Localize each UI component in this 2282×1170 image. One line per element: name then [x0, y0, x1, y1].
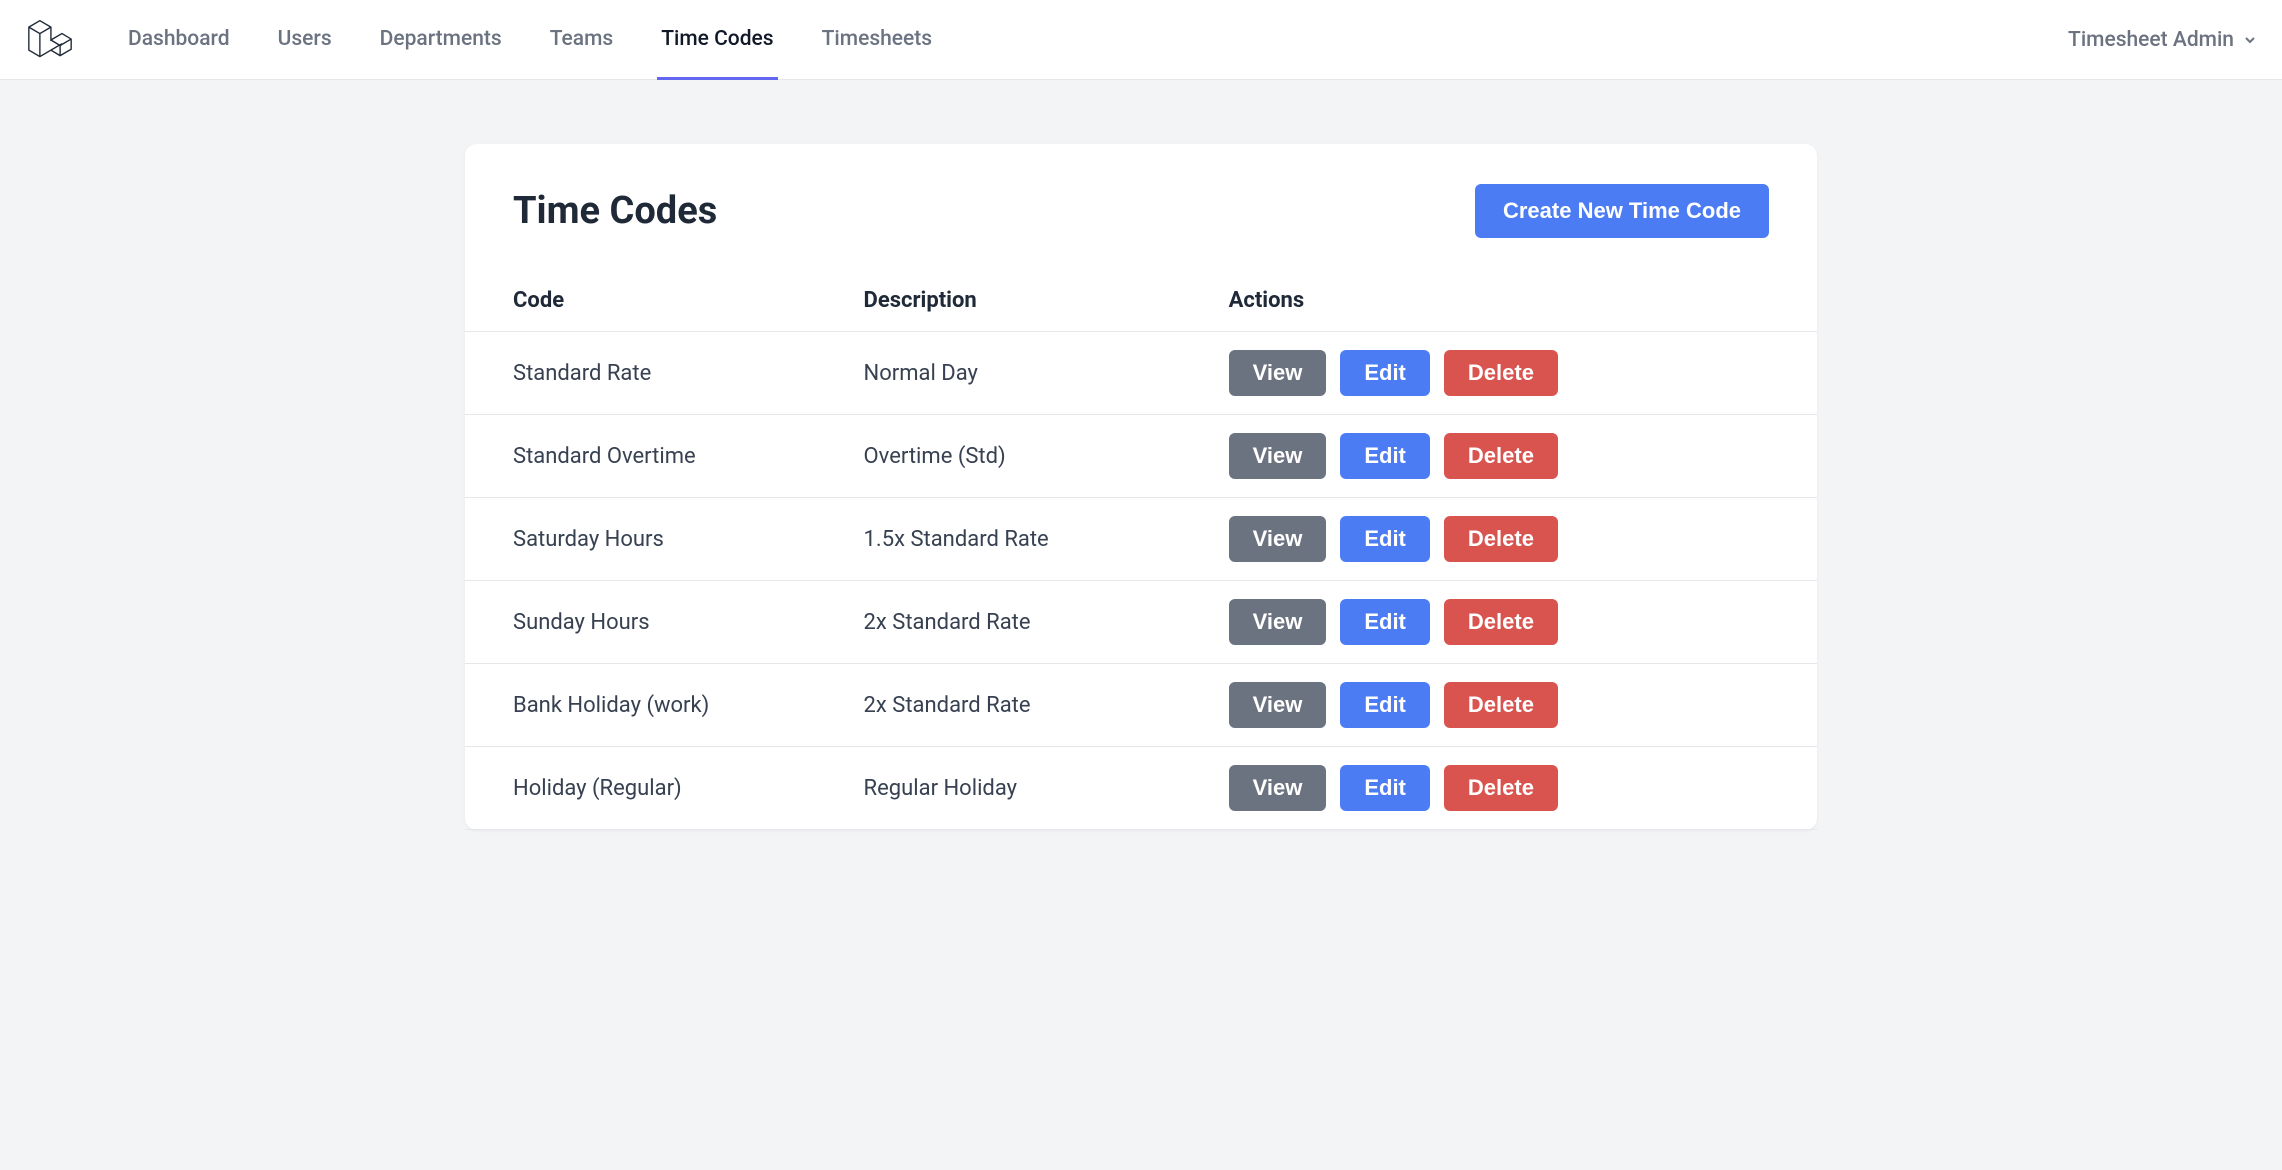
cell-code: Saturday Hours [465, 498, 844, 581]
row-actions: View Edit Delete [1229, 765, 1769, 811]
view-button[interactable]: View [1229, 765, 1327, 811]
chevron-down-icon [2242, 32, 2258, 48]
delete-button[interactable]: Delete [1444, 682, 1558, 728]
cell-actions: View Edit Delete [1209, 332, 1817, 415]
nav-departments[interactable]: Departments [376, 0, 506, 80]
user-menu-label: Timesheet Admin [2068, 28, 2234, 52]
nav-teams[interactable]: Teams [546, 0, 618, 80]
row-actions: View Edit Delete [1229, 350, 1769, 396]
edit-button[interactable]: Edit [1340, 765, 1430, 811]
table-row: Standard RateNormal Day View Edit Delete [465, 332, 1817, 415]
cell-actions: View Edit Delete [1209, 747, 1817, 830]
edit-button[interactable]: Edit [1340, 516, 1430, 562]
row-actions: View Edit Delete [1229, 516, 1769, 562]
th-code: Code [465, 270, 844, 332]
cell-code: Standard Overtime [465, 415, 844, 498]
card-header: Time Codes Create New Time Code [465, 184, 1817, 270]
view-button[interactable]: View [1229, 599, 1327, 645]
cell-description: Overtime (Std) [844, 415, 1209, 498]
cell-actions: View Edit Delete [1209, 415, 1817, 498]
top-nav: Dashboard Users Departments Teams Time C… [0, 0, 2282, 80]
th-actions: Actions [1209, 270, 1817, 332]
nav-timesheets[interactable]: Timesheets [818, 0, 936, 80]
nav-users[interactable]: Users [274, 0, 336, 80]
main-nav: Dashboard Users Departments Teams Time C… [124, 0, 2068, 79]
row-actions: View Edit Delete [1229, 433, 1769, 479]
edit-button[interactable]: Edit [1340, 350, 1430, 396]
table-row: Saturday Hours1.5x Standard Rate View Edit… [465, 498, 1817, 581]
cell-description: 2x Standard Rate [844, 581, 1209, 664]
cell-code: Holiday (Regular) [465, 747, 844, 830]
edit-button[interactable]: Edit [1340, 433, 1430, 479]
row-actions: View Edit Delete [1229, 599, 1769, 645]
cell-code: Sunday Hours [465, 581, 844, 664]
table-row: Standard OvertimeOvertime (Std) View Edit D… [465, 415, 1817, 498]
table-row: Holiday (Regular)Regular Holiday View Edit… [465, 747, 1817, 830]
create-time-code-button[interactable]: Create New Time Code [1475, 184, 1769, 238]
view-button[interactable]: View [1229, 433, 1327, 479]
delete-button[interactable]: Delete [1444, 599, 1558, 645]
edit-button[interactable]: Edit [1340, 682, 1430, 728]
th-description: Description [844, 270, 1209, 332]
cell-description: 1.5x Standard Rate [844, 498, 1209, 581]
delete-button[interactable]: Delete [1444, 516, 1558, 562]
cell-actions: View Edit Delete [1209, 664, 1817, 747]
nav-dashboard[interactable]: Dashboard [124, 0, 234, 80]
table-row: Sunday Hours2x Standard Rate View Edit Dele… [465, 581, 1817, 664]
cell-description: 2x Standard Rate [844, 664, 1209, 747]
row-actions: View Edit Delete [1229, 682, 1769, 728]
nav-time-codes[interactable]: Time Codes [657, 0, 777, 80]
main-content: Time Codes Create New Time Code Code Des… [441, 80, 1841, 894]
view-button[interactable]: View [1229, 516, 1327, 562]
cell-actions: View Edit Delete [1209, 581, 1817, 664]
cell-code: Standard Rate [465, 332, 844, 415]
delete-button[interactable]: Delete [1444, 765, 1558, 811]
cell-actions: View Edit Delete [1209, 498, 1817, 581]
delete-button[interactable]: Delete [1444, 350, 1558, 396]
user-menu-dropdown[interactable]: Timesheet Admin [2068, 28, 2258, 52]
edit-button[interactable]: Edit [1340, 599, 1430, 645]
view-button[interactable]: View [1229, 350, 1327, 396]
cell-description: Regular Holiday [844, 747, 1209, 830]
cell-description: Normal Day [844, 332, 1209, 415]
view-button[interactable]: View [1229, 682, 1327, 728]
cell-code: Bank Holiday (work) [465, 664, 844, 747]
delete-button[interactable]: Delete [1444, 433, 1558, 479]
time-codes-table: Code Description Actions Standard RateNo… [465, 270, 1817, 830]
time-codes-card: Time Codes Create New Time Code Code Des… [465, 144, 1817, 830]
page-title: Time Codes [513, 189, 717, 233]
table-row: Bank Holiday (work)2x Standard Rate View E… [465, 664, 1817, 747]
laravel-logo-icon [24, 14, 76, 66]
